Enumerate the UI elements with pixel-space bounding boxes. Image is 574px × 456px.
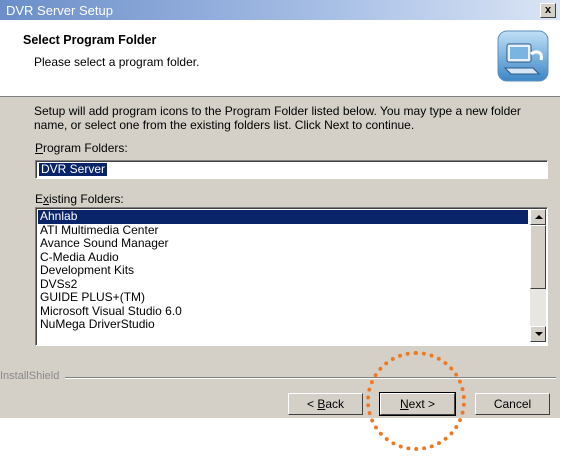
list-item[interactable]: GUIDE PLUS+(TM) [38, 290, 528, 305]
list-item[interactable]: Development Kits [38, 263, 528, 278]
list-item[interactable]: NuMega DriverStudio [38, 317, 528, 332]
list-item[interactable]: DVSs2 [38, 277, 528, 292]
next-button-highlight [366, 351, 466, 451]
header-panel: Select Program Folder Please select a pr… [0, 20, 560, 97]
list-item[interactable]: C-Media Audio [38, 250, 528, 265]
existing-folders-list[interactable]: Ahnlab ATI Multimedia Center Avance Sound … [35, 207, 548, 346]
program-folder-value: DVR Server [39, 162, 108, 176]
scroll-thumb[interactable] [530, 225, 546, 289]
arrow-up-icon [535, 215, 543, 219]
footer-divider [62, 377, 556, 379]
folder-list-items: Ahnlab ATI Multimedia Center Avance Sound … [38, 209, 528, 332]
program-folders-label: Program Folders: [35, 141, 128, 155]
close-icon: x [544, 4, 552, 16]
installshield-brand: InstallShield [0, 370, 66, 382]
title-bar[interactable]: DVR Server Setup x [0, 0, 560, 20]
back-button[interactable]: < Back [288, 393, 363, 415]
scroll-up-button[interactable] [530, 209, 546, 225]
scroll-down-button[interactable] [530, 326, 546, 342]
close-button[interactable]: x [540, 3, 556, 18]
setup-computer-icon [497, 30, 549, 82]
existing-folders-label: Existing Folders: [35, 192, 124, 206]
list-item[interactable]: Ahnlab [38, 209, 528, 224]
list-item[interactable]: Avance Sound Manager [38, 236, 528, 251]
page-title: Select Program Folder [23, 33, 157, 47]
scrollbar[interactable] [530, 209, 546, 342]
instructions-text: Setup will add program icons to the Prog… [34, 104, 521, 132]
cancel-button[interactable]: Cancel [475, 393, 550, 415]
program-folder-input[interactable]: DVR Server [35, 160, 548, 179]
window-title: DVR Server Setup [6, 3, 113, 18]
list-item[interactable]: Microsoft Visual Studio 6.0 [38, 304, 528, 319]
setup-dialog: DVR Server Setup x Select Program Folder… [0, 0, 560, 418]
page-subtitle: Please select a program folder. [34, 55, 200, 69]
list-item[interactable]: ATI Multimedia Center [38, 223, 528, 238]
arrow-down-icon [535, 332, 543, 336]
